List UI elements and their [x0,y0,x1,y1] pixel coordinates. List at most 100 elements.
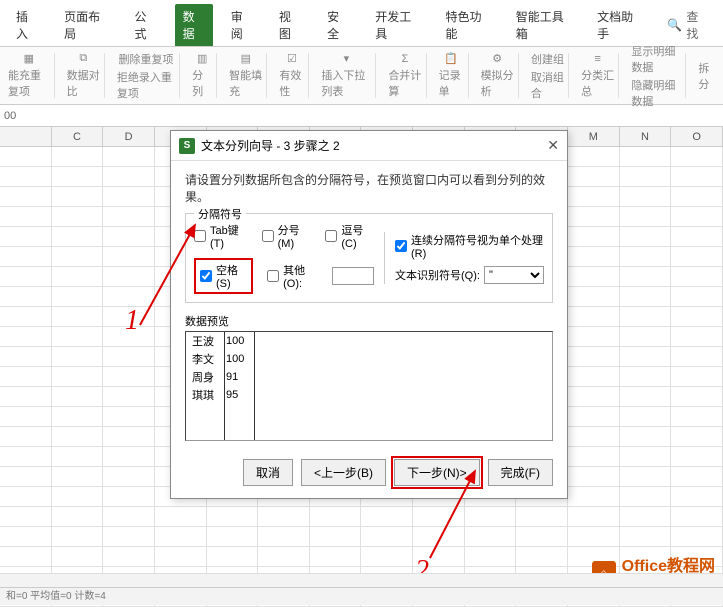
cell[interactable] [0,547,52,566]
cell[interactable] [568,427,620,446]
cell[interactable] [568,487,620,506]
horizontal-scrollbar[interactable] [0,573,723,587]
cell[interactable] [52,327,104,346]
cell[interactable] [568,507,620,526]
col-h[interactable]: M [568,127,620,146]
cell[interactable] [568,347,620,366]
cell[interactable] [52,367,104,386]
cell[interactable] [620,487,672,506]
cell[interactable] [52,427,104,446]
cell[interactable] [671,207,723,226]
rb-split-col[interactable]: ▥分列 [188,53,217,98]
tab-layout[interactable]: 页面布局 [56,4,116,46]
rb-reject-dup[interactable]: 拒绝录入重复项 [117,69,175,101]
cell[interactable] [671,447,723,466]
cell[interactable] [620,467,672,486]
cell[interactable] [620,527,672,546]
cell[interactable] [0,207,52,226]
cell[interactable] [52,167,104,186]
rb-del-dup[interactable]: 删除重复项 [119,51,174,67]
cell[interactable] [52,287,104,306]
cell[interactable] [620,507,672,526]
cell[interactable] [671,167,723,186]
cell[interactable] [568,307,620,326]
cell[interactable] [207,527,259,546]
cell[interactable] [0,407,52,426]
cell[interactable] [671,347,723,366]
cell[interactable] [103,527,155,546]
cell[interactable] [671,527,723,546]
chk-comma[interactable]: 逗号(C) [325,222,374,250]
col-h[interactable]: N [620,127,672,146]
chk-other[interactable]: 其他(O): [267,262,318,290]
rb-dropdown[interactable]: ▾插入下拉列表 [317,53,376,98]
cell[interactable] [103,427,155,446]
chk-tab[interactable]: Tab键(T) [194,222,248,250]
cell[interactable] [52,527,104,546]
rb-show-detail[interactable]: 显示明细数据 [631,43,681,75]
cell[interactable] [620,387,672,406]
cell[interactable] [671,147,723,166]
cell[interactable] [465,527,517,546]
cell[interactable] [103,547,155,566]
cell[interactable] [0,327,52,346]
cell[interactable] [568,287,620,306]
cell[interactable] [310,547,362,566]
cell[interactable] [620,167,672,186]
tab-data[interactable]: 数据 [175,4,213,46]
cell[interactable] [620,407,672,426]
cell[interactable] [568,187,620,206]
cell[interactable] [103,467,155,486]
cell[interactable] [0,287,52,306]
cell[interactable] [103,367,155,386]
tab-helper[interactable]: 文档助手 [589,4,649,46]
cell[interactable] [516,547,568,566]
cell[interactable] [671,387,723,406]
rb-consolidate[interactable]: Σ合并计算 [384,53,426,98]
cell[interactable] [258,547,310,566]
cell[interactable] [568,227,620,246]
prev-button[interactable]: <上一步(B) [301,459,386,486]
cell[interactable] [103,487,155,506]
cell[interactable] [620,347,672,366]
cell[interactable] [671,287,723,306]
cell[interactable] [155,527,207,546]
rb-validate[interactable]: ☑有效性 [275,53,309,98]
cell[interactable] [310,507,362,526]
cell[interactable] [568,467,620,486]
cell[interactable] [620,447,672,466]
cell[interactable] [103,147,155,166]
chk-consecutive[interactable]: 连续分隔符号视为单个处理(R) [395,232,544,260]
close-icon[interactable]: ✕ [547,137,559,154]
qualifier-select[interactable]: " [484,266,544,284]
cell[interactable] [413,507,465,526]
cell[interactable] [52,307,104,326]
cell[interactable] [620,287,672,306]
cell[interactable] [568,447,620,466]
cell[interactable] [0,427,52,446]
cell[interactable] [155,507,207,526]
cell[interactable] [52,447,104,466]
cell[interactable] [207,507,259,526]
finish-button[interactable]: 完成(F) [488,459,553,486]
cell[interactable] [361,507,413,526]
cell[interactable] [0,447,52,466]
rb-compare[interactable]: ⧉数据对比 [63,53,105,98]
tab-formula[interactable]: 公式 [126,4,164,46]
cell[interactable] [671,487,723,506]
cell[interactable] [568,267,620,286]
rb-split[interactable]: 拆分 [694,53,719,98]
cell[interactable] [103,407,155,426]
cell[interactable] [671,507,723,526]
cell[interactable] [103,267,155,286]
cell[interactable] [620,227,672,246]
cell[interactable] [568,167,620,186]
cell[interactable] [0,467,52,486]
cell[interactable] [0,167,52,186]
cell[interactable] [671,327,723,346]
cell[interactable] [568,407,620,426]
cell[interactable] [52,147,104,166]
cell[interactable] [103,167,155,186]
cell[interactable] [671,267,723,286]
cell[interactable] [671,247,723,266]
